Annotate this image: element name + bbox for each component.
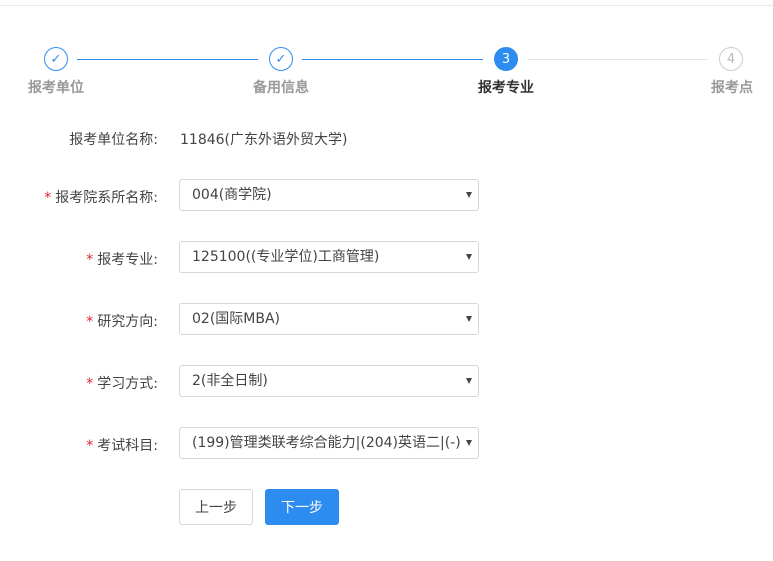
subjects-label-text: 考试科目: xyxy=(97,438,158,454)
step-3-label: 报考专业 xyxy=(478,80,534,96)
chevron-down-icon xyxy=(466,316,472,322)
step-connector-1 xyxy=(77,59,258,60)
top-divider xyxy=(0,5,773,6)
chevron-down-icon xyxy=(466,378,472,384)
step-4-number: 4 xyxy=(719,47,743,71)
chevron-down-icon xyxy=(466,254,472,260)
required-marker: * xyxy=(86,314,94,330)
subjects-select[interactable]: (199)管理类联考综合能力|(204)英语二|(-)无 xyxy=(179,427,479,459)
required-marker: * xyxy=(86,252,94,268)
chevron-down-icon xyxy=(466,440,472,446)
major-label: * 报考专业: xyxy=(86,249,158,269)
subjects-label: * 考试科目: xyxy=(86,435,158,455)
major-label-text: 报考专业: xyxy=(97,252,158,268)
step-2-check-icon: ✓ xyxy=(269,47,293,71)
required-marker: * xyxy=(86,376,94,392)
direction-label: * 研究方向: xyxy=(86,311,158,331)
chevron-down-icon xyxy=(466,192,472,198)
direction-select[interactable]: 02(国际MBA) xyxy=(179,303,479,335)
department-selected-value: 004(商学院) xyxy=(192,187,272,203)
required-marker: * xyxy=(44,190,52,206)
major-selected-value: 125100((专业学位)工商管理) xyxy=(192,249,380,265)
required-marker: * xyxy=(86,438,94,454)
major-select[interactable]: 125100((专业学位)工商管理) xyxy=(179,241,479,273)
subjects-selected-value: (199)管理类联考综合能力|(204)英语二|(-)无 xyxy=(192,435,460,451)
unit-label: 报考单位名称: xyxy=(69,132,158,148)
step-3-number: 3 xyxy=(494,47,518,71)
study-mode-selected-value: 2(非全日制) xyxy=(192,373,268,389)
study-mode-label: * 学习方式: xyxy=(86,373,158,393)
unit-value: 11846(广东外语外贸大学) xyxy=(180,132,348,148)
step-connector-3 xyxy=(527,59,708,60)
direction-label-text: 研究方向: xyxy=(97,314,158,330)
step-4-label: 报考点 xyxy=(711,80,753,96)
prev-step-button[interactable]: 上一步 xyxy=(179,489,253,525)
next-step-button[interactable]: 下一步 xyxy=(265,489,339,525)
step-1-check-icon: ✓ xyxy=(44,47,68,71)
step-connector-2 xyxy=(302,59,483,60)
study-mode-select[interactable]: 2(非全日制) xyxy=(179,365,479,397)
step-2-label: 备用信息 xyxy=(253,80,309,96)
direction-selected-value: 02(国际MBA) xyxy=(192,311,280,327)
department-select[interactable]: 004(商学院) xyxy=(179,179,479,211)
department-label-text: 报考院系所名称: xyxy=(55,190,158,206)
department-label: * 报考院系所名称: xyxy=(44,187,158,207)
study-mode-label-text: 学习方式: xyxy=(97,376,158,392)
step-1-label: 报考单位 xyxy=(28,80,84,96)
